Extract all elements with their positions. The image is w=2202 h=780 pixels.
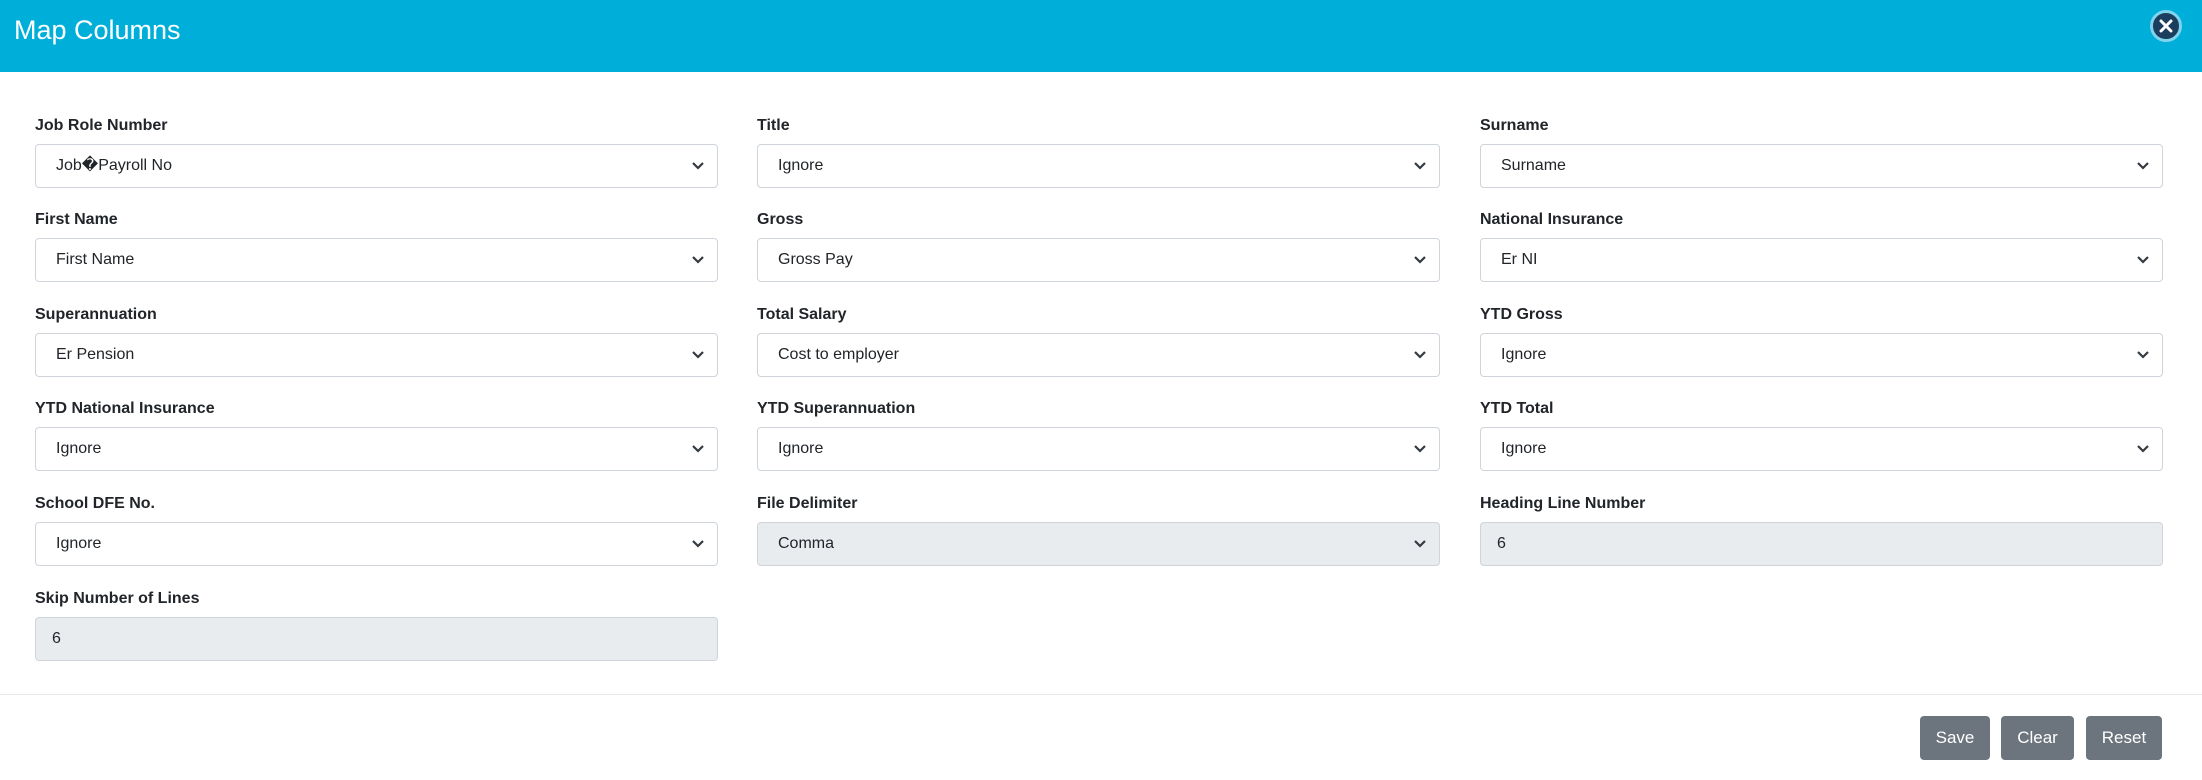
select-value: Gross Pay [778,251,853,268]
chevron-down-icon [692,351,704,359]
field-superannuation: Superannuation Er Pension [35,305,718,377]
field-ytd-superannuation: YTD Superannuation Ignore [757,399,1440,471]
chevron-down-icon [1414,445,1426,453]
field-title: Title Ignore [757,116,1440,188]
select-value: Ignore [56,535,102,552]
field-first-name: First Name First Name [35,210,718,282]
field-label: School DFE No. [35,495,155,512]
select-value: Ignore [1501,440,1547,457]
ytd-total-select[interactable]: Ignore [1480,427,2163,471]
modal-body: Job Role Number Job�Payroll No Title Ign… [0,72,2202,695]
chevron-down-icon [1414,162,1426,170]
field-label: First Name [35,211,118,228]
select-value: Ignore [778,440,824,457]
field-heading-line-number: Heading Line Number 6 [1480,494,2163,566]
field-label: Title [757,117,790,134]
select-value: Cost to employer [778,346,899,363]
chevron-down-icon [2137,445,2149,453]
gross-select[interactable]: Gross Pay [757,238,1440,282]
chevron-down-icon [692,256,704,264]
select-value: Er NI [1501,251,1538,268]
field-label: YTD Superannuation [757,400,916,417]
select-value: Er Pension [56,346,135,363]
chevron-down-icon [2137,256,2149,264]
chevron-down-icon [1414,351,1426,359]
ytd-national-insurance-select[interactable]: Ignore [35,427,718,471]
field-ytd-total: YTD Total Ignore [1480,399,2163,471]
field-national-insurance: National Insurance Er NI [1480,210,2163,282]
field-ytd-national-insurance: YTD National Insurance Ignore [35,399,718,471]
footer-divider [0,694,2202,695]
field-label: Total Salary [757,306,847,323]
reset-button[interactable]: Reset [2086,716,2162,760]
field-skip-number-of-lines: Skip Number of Lines 6 [35,589,718,661]
input-value: 6 [1497,535,1506,552]
ytd-superannuation-select[interactable]: Ignore [757,427,1440,471]
field-label: Heading Line Number [1480,495,1646,512]
chevron-down-icon [692,540,704,548]
field-label: YTD National Insurance [35,400,215,417]
field-label: File Delimiter [757,495,858,512]
select-value: Job�Payroll No [56,157,173,174]
field-label: Skip Number of Lines [35,590,200,607]
modal-header: Map Columns [0,0,2202,72]
school-dfe-no-select[interactable]: Ignore [35,522,718,566]
field-label: National Insurance [1480,211,1624,228]
field-school-dfe-no: School DFE No. Ignore [35,494,718,566]
surname-select[interactable]: Surname [1480,144,2163,188]
heading-line-number-input[interactable]: 6 [1480,522,2163,566]
save-button[interactable]: Save [1920,716,1990,760]
field-label: Gross [757,211,804,228]
select-value: Ignore [778,157,824,174]
select-value: Comma [778,535,835,552]
modal-title: Map Columns [14,15,181,45]
field-surname: Surname Surname [1480,116,2163,188]
first-name-select[interactable]: First Name [35,238,718,282]
chevron-down-icon [1414,256,1426,264]
field-label: Surname [1480,117,1549,134]
file-delimiter-select[interactable]: Comma [757,522,1440,566]
skip-number-of-lines-input[interactable]: 6 [35,617,718,661]
close-button[interactable] [2150,10,2182,42]
job-role-number-select[interactable]: Job�Payroll No [35,144,718,188]
close-icon [2159,19,2173,33]
superannuation-select[interactable]: Er Pension [35,333,718,377]
chevron-down-icon [2137,162,2149,170]
field-file-delimiter: File Delimiter Comma [757,494,1440,566]
input-value: 6 [52,630,61,647]
field-label: Job Role Number [35,117,168,134]
field-total-salary: Total Salary Cost to employer [757,305,1440,377]
field-ytd-gross: YTD Gross Ignore [1480,305,2163,377]
title-select[interactable]: Ignore [757,144,1440,188]
ytd-gross-select[interactable]: Ignore [1480,333,2163,377]
field-label: YTD Gross [1480,306,1563,323]
clear-button[interactable]: Clear [2001,716,2074,760]
select-value: Ignore [1501,346,1547,363]
select-value: First Name [56,251,135,268]
select-value: Surname [1501,157,1566,174]
chevron-down-icon [692,445,704,453]
field-label: YTD Total [1480,400,1554,417]
chevron-down-icon [692,162,704,170]
select-value: Ignore [56,440,102,457]
field-label: Superannuation [35,306,157,323]
chevron-down-icon [1414,540,1426,548]
chevron-down-icon [2137,351,2149,359]
field-gross: Gross Gross Pay [757,210,1440,282]
field-job-role-number: Job Role Number Job�Payroll No [35,116,718,188]
total-salary-select[interactable]: Cost to employer [757,333,1440,377]
national-insurance-select[interactable]: Er NI [1480,238,2163,282]
